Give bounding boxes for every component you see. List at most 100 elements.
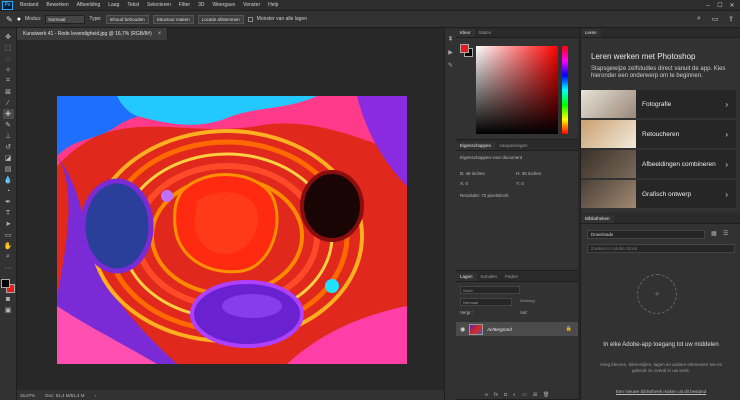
menu-item-3d[interactable]: 3D (194, 2, 208, 8)
add-library-icon[interactable]: + (637, 274, 677, 314)
learn-card-grafisch-ontwerp[interactable]: Grafisch ontwerp › (581, 180, 736, 208)
share-icon[interactable]: ⇪ (726, 14, 736, 24)
dodge-tool-icon[interactable]: ◔ (3, 186, 14, 196)
layer-name[interactable]: Achtergrond (487, 327, 512, 332)
stock-search-input[interactable]: Zoeken in Adobe Stock (587, 244, 735, 253)
library-select[interactable]: Downloads (587, 230, 705, 239)
list-view-icon[interactable]: ☰ (723, 230, 728, 237)
menu-item-selecteren[interactable]: Selecteren (143, 2, 175, 8)
maximize-icon[interactable]: ☐ (714, 0, 726, 11)
lock-label: Vergr.: (460, 310, 474, 315)
move-tool-icon[interactable]: ✥ (3, 32, 14, 42)
foreground-color-chip[interactable] (460, 44, 469, 53)
menu-item-weergave[interactable]: Weergave (208, 2, 239, 8)
quick-mask-icon[interactable]: ◙ (3, 294, 14, 304)
menu-item-filter[interactable]: Filter (175, 2, 194, 8)
add-mask-icon[interactable]: ◘ (504, 392, 507, 398)
history-brush-tool-icon[interactable]: ↺ (3, 142, 14, 152)
crop-tool-icon[interactable]: ⌗ (3, 76, 14, 86)
delete-layer-icon[interactable]: 🗑 (543, 392, 549, 398)
search-icon[interactable]: ⌕ (694, 14, 704, 24)
width-value[interactable]: B: 48 inches (460, 171, 485, 176)
link-layers-icon[interactable]: ∞ (485, 392, 489, 398)
path-select-tool-icon[interactable]: ➤ (3, 219, 14, 229)
x-value[interactable]: X: 0 (460, 181, 468, 186)
zoom-tool-icon[interactable]: ⌕ (3, 252, 14, 262)
rectangle-tool-icon[interactable]: ▭ (3, 230, 14, 240)
layer-row[interactable]: ◉ Achtergrond 🔒 (456, 322, 578, 336)
color-swatches[interactable] (0, 278, 16, 294)
clone-stamp-tool-icon[interactable]: ⊥ (3, 131, 14, 141)
pen-tool-icon[interactable]: ✒ (3, 197, 14, 207)
tab-paden[interactable]: Paden (501, 273, 522, 281)
color-picker-field[interactable] (476, 46, 558, 134)
menu-item-venster[interactable]: Venster (239, 2, 264, 8)
hue-slider[interactable] (562, 46, 568, 134)
new-layer-icon[interactable]: ⊞ (533, 392, 537, 398)
healing-brush-tool-icon[interactable]: ✚ (2, 109, 14, 119)
tab-stalen[interactable]: Stalen (475, 29, 496, 37)
height-value[interactable]: H: 36 inches (516, 171, 541, 176)
sample-all-layers-checkbox[interactable] (247, 16, 253, 22)
create-texture-button[interactable]: Structuur maken (152, 14, 194, 24)
close-icon[interactable]: ✕ (726, 0, 738, 11)
layer-style-icon[interactable]: fx (494, 392, 498, 398)
lasso-tool-icon[interactable]: ◌ (3, 54, 14, 64)
type-tool-icon[interactable]: T (3, 208, 14, 218)
visibility-eye-icon[interactable]: ◉ (460, 326, 465, 333)
group-icon[interactable]: ▭ (522, 392, 527, 398)
quick-select-tool-icon[interactable]: ✧ (3, 65, 14, 75)
gradient-tool-icon[interactable]: ▤ (3, 164, 14, 174)
hand-tool-icon[interactable]: ✋ (3, 241, 14, 251)
menu-item-bewerken[interactable]: Bewerken (42, 2, 72, 8)
foreground-color-swatch[interactable] (1, 279, 10, 288)
more-tools-icon[interactable]: ··· (3, 263, 14, 273)
modus-select[interactable]: Normaal (45, 14, 86, 24)
marquee-tool-icon[interactable]: ⬚ (3, 43, 14, 53)
brushes-panel-icon[interactable]: ✎ (448, 62, 453, 69)
menu-item-help[interactable]: Help (264, 2, 282, 8)
canvas-pasteboard[interactable] (17, 40, 455, 390)
frame-tool-icon[interactable]: ⊠ (3, 87, 14, 97)
artwork-image[interactable] (57, 96, 407, 364)
screen-mode-icon[interactable]: ▣ (3, 305, 14, 315)
tab-kleur[interactable]: Kleur (456, 29, 475, 37)
adjustment-layer-icon[interactable]: ◐ (513, 392, 516, 398)
grid-view-icon[interactable]: ▦ (711, 230, 717, 237)
brush-preset-icon[interactable]: ● (17, 16, 21, 23)
document-tab[interactable]: Kunstwerk 41 - Rode levendigheid.jpg @ 1… (17, 28, 169, 40)
layer-filter-select[interactable]: Soort (460, 286, 520, 294)
tab-bibliotheken[interactable]: Bibliotheken (581, 215, 614, 223)
proximity-match-button[interactable]: Locatie afstemmen (197, 14, 244, 24)
workspace-icon[interactable]: ▭ (710, 14, 720, 24)
zoom-level[interactable]: 16,67% (20, 393, 35, 398)
tab-kanalen[interactable]: Kanalen (477, 273, 502, 281)
eyedropper-tool-icon[interactable]: ⁄ (3, 98, 14, 108)
tab-eigenschappen[interactable]: Eigenschappen (456, 142, 496, 150)
patch-tool-icon[interactable]: ✎ (6, 15, 13, 24)
document-info[interactable]: Doc: 51,4 M/51,4 M (45, 393, 84, 398)
blur-tool-icon[interactable]: 💧 (3, 175, 14, 185)
learn-card-afbeeldingen-combineren[interactable]: Afbeeldingen combineren › (581, 150, 736, 178)
blend-mode-select[interactable]: Normaal (460, 298, 512, 306)
menu-item-afbeelding[interactable]: Afbeelding (73, 2, 105, 8)
menu-item-bestand[interactable]: Bestand (16, 2, 42, 8)
actions-panel-icon[interactable]: ▶ (448, 49, 453, 56)
tab-aanpassingen[interactable]: Aanpassingen (495, 142, 532, 150)
tab-leren[interactable]: Leren (581, 29, 601, 37)
y-value[interactable]: Y: 0 (516, 181, 524, 186)
content-aware-button[interactable]: Inhoud behouden (105, 14, 149, 24)
close-icon[interactable]: × (158, 31, 162, 37)
eraser-tool-icon[interactable]: ◪ (3, 153, 14, 163)
create-library-link[interactable]: Een nieuwe bibliotheek maken uit dit bes… (591, 389, 731, 394)
menu-item-laag[interactable]: Laag (104, 2, 123, 8)
tab-lagen[interactable]: Lagen (456, 273, 477, 281)
learn-card-fotografie[interactable]: Fotografie › (581, 90, 736, 118)
menu-item-tekst[interactable]: Tekst (123, 2, 143, 8)
brush-tool-icon[interactable]: ✎ (3, 120, 14, 130)
learn-card-retoucheren[interactable]: Retoucheren › (581, 120, 736, 148)
minimize-icon[interactable]: – (702, 0, 714, 11)
history-panel-icon[interactable]: ⧗ (448, 36, 452, 43)
status-arrow-icon[interactable]: › (95, 393, 97, 398)
lock-icon[interactable]: 🔒 (566, 326, 572, 332)
